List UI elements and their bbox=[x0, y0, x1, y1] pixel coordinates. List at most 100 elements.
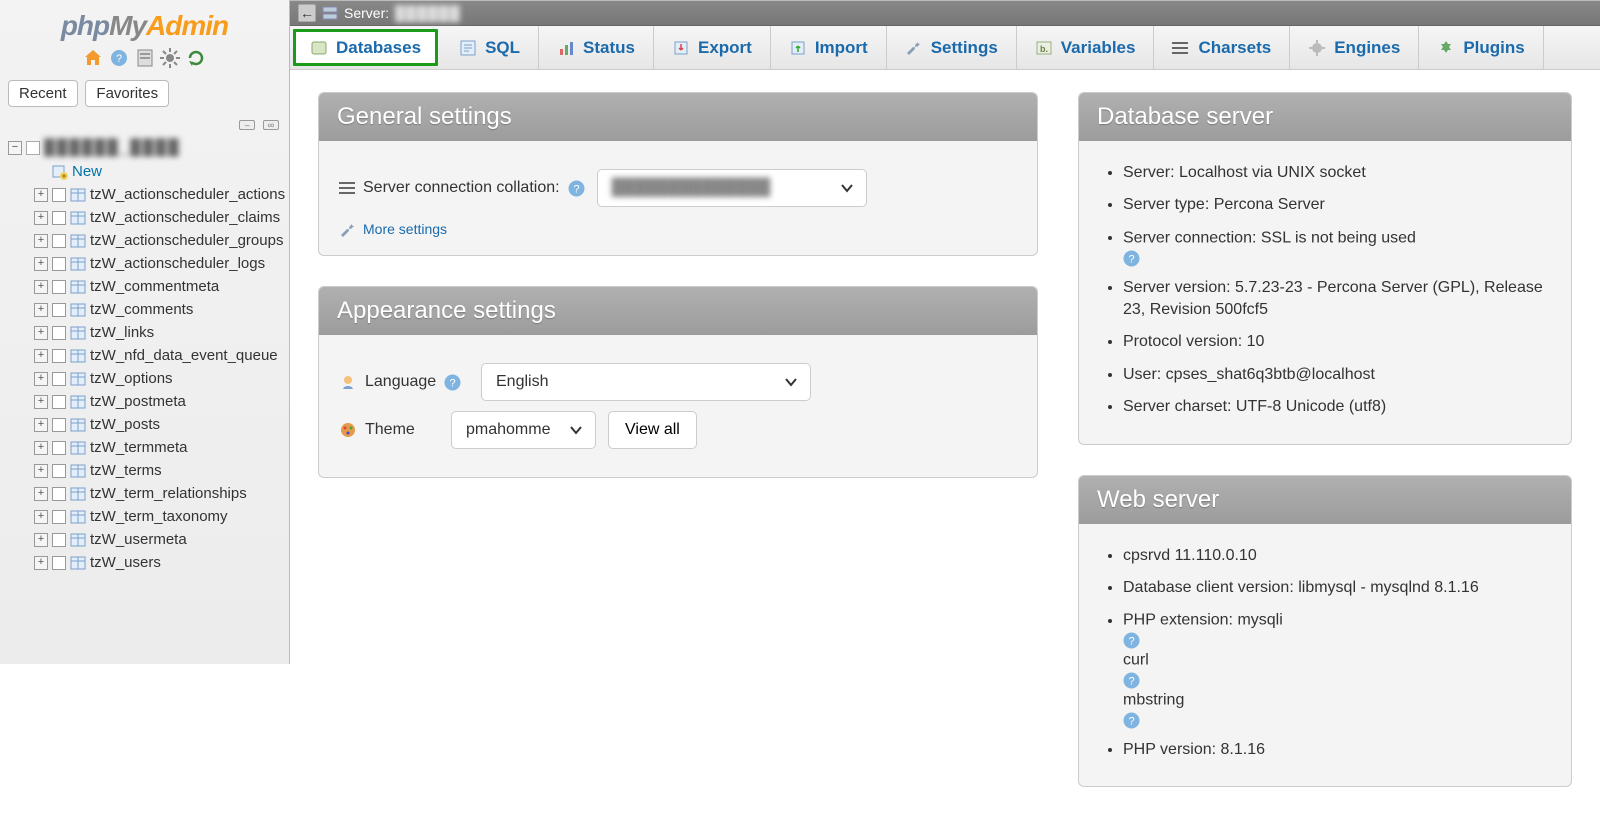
main-area: ← Server: ██████ DatabasesSQLStatusExpor… bbox=[290, 0, 1600, 664]
browse-table-icon[interactable] bbox=[52, 303, 66, 317]
table-link[interactable]: tzW_actionscheduler_actions bbox=[90, 186, 285, 203]
breadcrumb-server-name[interactable]: ██████ bbox=[395, 5, 461, 21]
browse-table-icon[interactable] bbox=[52, 441, 66, 455]
help-icon[interactable]: ? bbox=[1123, 672, 1549, 689]
nav-back-icon[interactable]: ← bbox=[298, 4, 316, 22]
table-link[interactable]: tzW_actionscheduler_claims bbox=[90, 209, 280, 226]
import-icon bbox=[789, 39, 807, 57]
svg-text:?: ? bbox=[1128, 253, 1134, 265]
theme-icon bbox=[339, 421, 357, 439]
plugins-icon bbox=[1437, 39, 1455, 57]
tab-export[interactable]: Export bbox=[654, 26, 771, 69]
expand-node-icon[interactable]: + bbox=[34, 510, 48, 524]
tab-databases[interactable]: Databases bbox=[293, 29, 438, 66]
browse-table-icon[interactable] bbox=[52, 487, 66, 501]
help-icon[interactable]: ? bbox=[1123, 712, 1549, 729]
phpmyadmin-logo[interactable]: phpMyAdmin bbox=[0, 0, 289, 44]
gear-icon[interactable] bbox=[160, 48, 180, 68]
table-link[interactable]: tzW_commentmeta bbox=[90, 278, 219, 295]
table-link[interactable]: tzW_terms bbox=[90, 462, 162, 479]
expand-node-icon[interactable]: + bbox=[34, 464, 48, 478]
browse-table-icon[interactable] bbox=[52, 211, 66, 225]
expand-node-icon[interactable]: + bbox=[34, 533, 48, 547]
sql-icon bbox=[459, 39, 477, 57]
table-link[interactable]: tzW_actionscheduler_logs bbox=[90, 255, 265, 272]
logout-icon[interactable]: ? bbox=[109, 48, 129, 68]
home-icon[interactable] bbox=[83, 48, 103, 68]
tab-variables[interactable]: b.Variables bbox=[1017, 26, 1155, 69]
browse-table-icon[interactable] bbox=[52, 464, 66, 478]
more-settings-link[interactable]: More settings bbox=[363, 221, 447, 237]
tab-charsets[interactable]: Charsets bbox=[1154, 26, 1290, 69]
expand-node-icon[interactable]: + bbox=[34, 211, 48, 225]
browse-table-icon[interactable] bbox=[52, 326, 66, 340]
expand-node-icon[interactable]: + bbox=[34, 487, 48, 501]
new-table-link[interactable]: New bbox=[72, 163, 102, 180]
table-link[interactable]: tzW_nfd_data_event_queue bbox=[90, 347, 278, 364]
help-icon[interactable]: ? bbox=[444, 374, 461, 391]
expand-node-icon[interactable]: + bbox=[34, 372, 48, 386]
table-tree-item: + tzW_postmeta bbox=[34, 390, 289, 413]
help-icon[interactable]: ? bbox=[568, 180, 585, 197]
browse-table-icon[interactable] bbox=[52, 234, 66, 248]
table-link[interactable]: tzW_comments bbox=[90, 301, 193, 318]
expand-node-icon[interactable]: + bbox=[34, 303, 48, 317]
browse-table-icon[interactable] bbox=[52, 510, 66, 524]
expand-node-icon[interactable]: + bbox=[34, 418, 48, 432]
tab-status[interactable]: Status bbox=[539, 26, 654, 69]
recent-tab[interactable]: Recent bbox=[8, 80, 78, 107]
table-link[interactable]: tzW_term_relationships bbox=[90, 485, 247, 502]
expand-node-icon[interactable]: + bbox=[34, 556, 48, 570]
browse-table-icon[interactable] bbox=[52, 418, 66, 432]
table-tree-item: + tzW_options bbox=[34, 367, 289, 390]
table-link[interactable]: tzW_options bbox=[90, 370, 173, 387]
docs-icon[interactable] bbox=[135, 48, 155, 68]
table-tree-item: + tzW_commentmeta bbox=[34, 275, 289, 298]
top-tabs: DatabasesSQLStatusExport Import Settingsb.… bbox=[290, 26, 1600, 70]
appearance-settings-panel: Appearance settings Language ? English bbox=[318, 286, 1038, 478]
table-link[interactable]: tzW_posts bbox=[90, 416, 160, 433]
tab-settings[interactable]: Settings bbox=[887, 26, 1017, 69]
browse-table-icon[interactable] bbox=[52, 257, 66, 271]
view-all-themes-button[interactable]: View all bbox=[608, 411, 697, 449]
table-link[interactable]: tzW_usermeta bbox=[90, 531, 187, 548]
table-icon bbox=[70, 325, 86, 341]
browse-table-icon[interactable] bbox=[52, 280, 66, 294]
expand-node-icon[interactable]: + bbox=[34, 441, 48, 455]
expand-node-icon[interactable]: + bbox=[34, 188, 48, 202]
table-link[interactable]: tzW_actionscheduler_groups bbox=[90, 232, 283, 249]
expand-node-icon[interactable]: + bbox=[34, 257, 48, 271]
favorites-tab[interactable]: Favorites bbox=[85, 80, 169, 107]
browse-table-icon[interactable] bbox=[52, 372, 66, 386]
table-link[interactable]: tzW_postmeta bbox=[90, 393, 186, 410]
table-link[interactable]: tzW_term_taxonomy bbox=[90, 508, 228, 525]
table-link[interactable]: tzW_users bbox=[90, 554, 161, 571]
browse-table-icon[interactable] bbox=[52, 395, 66, 409]
browse-table-icon[interactable] bbox=[52, 188, 66, 202]
tab-sql[interactable]: SQL bbox=[441, 26, 539, 69]
browse-table-icon[interactable] bbox=[52, 556, 66, 570]
help-icon[interactable]: ? bbox=[1123, 632, 1549, 649]
theme-select[interactable]: pmahomme bbox=[451, 411, 596, 449]
collapse-tree-icon[interactable]: – bbox=[239, 120, 255, 130]
browse-table-icon[interactable] bbox=[52, 533, 66, 547]
expand-node-icon[interactable]: + bbox=[34, 395, 48, 409]
collation-select[interactable]: ██████████████ bbox=[597, 169, 867, 207]
expand-node-icon[interactable]: + bbox=[34, 234, 48, 248]
link-tree-icon[interactable]: ∞ bbox=[263, 120, 279, 130]
tab-engines[interactable]: Engines bbox=[1290, 26, 1419, 69]
table-link[interactable]: tzW_termmeta bbox=[90, 439, 188, 456]
browse-table-icon[interactable] bbox=[52, 349, 66, 363]
expand-node-icon[interactable]: + bbox=[34, 280, 48, 294]
collapse-node-icon[interactable]: − bbox=[8, 141, 22, 155]
database-name[interactable]: ██████_████ bbox=[44, 139, 181, 156]
table-link[interactable]: tzW_links bbox=[90, 324, 154, 341]
expand-node-icon[interactable]: + bbox=[34, 349, 48, 363]
reload-icon[interactable] bbox=[186, 48, 206, 68]
expand-node-icon[interactable]: + bbox=[34, 326, 48, 340]
help-icon[interactable]: ? bbox=[1123, 250, 1549, 267]
language-select[interactable]: English bbox=[481, 363, 811, 401]
tab-plugins[interactable]: Plugins bbox=[1419, 26, 1543, 69]
tab-label: Import bbox=[815, 38, 868, 58]
tab-import[interactable]: Import bbox=[771, 26, 887, 69]
